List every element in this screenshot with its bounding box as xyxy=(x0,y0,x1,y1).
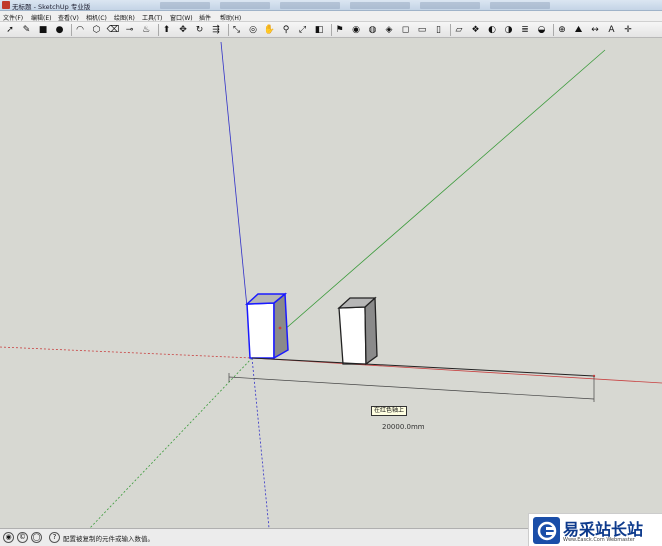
red-axis xyxy=(251,357,662,384)
styles-icon[interactable]: ◑ xyxy=(503,24,515,36)
menu-plugins[interactable]: 插件 xyxy=(199,13,211,22)
select-icon[interactable]: ➚ xyxy=(4,24,16,36)
menu-view[interactable]: 查看(V) xyxy=(58,13,79,22)
zoom-icon[interactable]: ⚲ xyxy=(280,24,292,36)
tape-measure-icon[interactable]: ⊸ xyxy=(124,24,136,36)
sketchup-app-icon xyxy=(2,1,10,9)
materials-icon[interactable]: ◐ xyxy=(486,24,498,36)
toolbar-separator xyxy=(157,24,159,36)
viewport-canvas[interactable] xyxy=(0,38,662,528)
rectangle-icon[interactable]: ■ xyxy=(37,24,49,36)
model-viewport[interactable]: 在红色轴上 20000.0mm xyxy=(0,38,662,528)
push-pull-icon[interactable]: ⬆ xyxy=(161,24,173,36)
green-axis xyxy=(251,49,606,359)
background-tab[interactable] xyxy=(490,2,550,9)
components-icon[interactable]: ❖ xyxy=(470,24,482,36)
status-message: 配置被复制的元件或输入数值。 xyxy=(63,535,154,543)
menu-camera[interactable]: 相机(C) xyxy=(86,13,107,22)
background-tab[interactable] xyxy=(280,2,340,9)
window-title: 无标题 - SketchUp 专业版 xyxy=(12,3,91,11)
circle-icon[interactable]: ● xyxy=(54,24,66,36)
menu-draw[interactable]: 绘图(R) xyxy=(114,13,135,22)
axes-icon[interactable]: ✛ xyxy=(622,24,634,36)
green-axis-negative xyxy=(89,357,253,528)
orbit-icon[interactable]: ◎ xyxy=(247,24,259,36)
section-icon[interactable]: ⊕ xyxy=(556,24,568,36)
toolbar-separator xyxy=(227,24,229,36)
walk-icon[interactable]: ⚑ xyxy=(334,24,346,36)
dimension-label: 20000.0mm xyxy=(381,423,426,431)
dimension-line xyxy=(228,373,595,402)
blue-axis-negative xyxy=(251,357,270,528)
toolbar-separator xyxy=(450,24,451,36)
position-camera-icon[interactable]: ◉ xyxy=(350,24,362,36)
eraser-icon[interactable]: ⌫ xyxy=(107,24,120,36)
inference-tooltip: 在红色轴上 xyxy=(371,406,408,416)
front-view-icon[interactable]: ▭ xyxy=(416,24,428,36)
site-watermark: 易采站长站 Www.Easck.Com Webmaster xyxy=(528,513,662,546)
toolbar-separator xyxy=(71,24,72,36)
selected-box[interactable] xyxy=(244,292,289,360)
menu-window[interactable]: 窗口(W) xyxy=(170,13,193,22)
look-around-icon[interactable]: ◍ xyxy=(367,24,379,36)
toolbar-separator xyxy=(553,24,554,36)
sandbox-icon[interactable]: ⛰ xyxy=(573,24,585,36)
menu-help[interactable]: 帮助(H) xyxy=(220,13,241,22)
move-inference-line xyxy=(251,357,595,377)
top-view-icon[interactable]: ◻ xyxy=(400,24,412,36)
arc-icon[interactable]: ◠ xyxy=(74,24,86,36)
background-tab[interactable] xyxy=(160,2,210,9)
previous-view-icon[interactable]: ◧ xyxy=(313,24,325,36)
credits-icon[interactable]: © xyxy=(17,532,28,543)
site-logo-icon xyxy=(533,517,560,544)
user-icon[interactable]: ◯ xyxy=(31,532,42,543)
move-icon[interactable]: ✥ xyxy=(177,24,189,36)
red-axis-negative xyxy=(0,346,253,359)
geo-location-icon[interactable]: ◉ xyxy=(3,532,14,543)
background-tab[interactable] xyxy=(220,2,270,9)
follow-me-icon[interactable]: ⇶ xyxy=(210,24,222,36)
menu-tools[interactable]: 工具(T) xyxy=(142,13,162,22)
right-view-icon[interactable]: ▯ xyxy=(433,24,445,36)
pencil-icon[interactable]: ✎ xyxy=(21,24,33,36)
menu-file[interactable]: 文件(F) xyxy=(3,13,23,22)
help-icon[interactable]: ? xyxy=(49,532,60,543)
dimension-icon[interactable]: ↔ xyxy=(589,24,601,36)
text-icon[interactable]: A xyxy=(606,24,618,36)
site-url: Www.Easck.Com Webmaster xyxy=(563,537,635,543)
toolbar-separator xyxy=(330,24,332,36)
layers-icon[interactable]: ≣ xyxy=(519,24,531,36)
copied-box[interactable] xyxy=(337,296,378,366)
rotate-icon[interactable]: ↻ xyxy=(194,24,206,36)
background-tab[interactable] xyxy=(350,2,410,9)
scale-icon[interactable]: ⤡ xyxy=(231,24,243,36)
menu-edit[interactable]: 编辑(E) xyxy=(31,13,51,22)
title-bar: 无标题 - SketchUp 专业版 xyxy=(0,0,662,11)
iso-view-icon[interactable]: ◈ xyxy=(383,24,395,36)
paint-bucket-icon[interactable]: ♨ xyxy=(140,24,152,36)
zoom-extents-icon[interactable]: ⤢ xyxy=(297,24,309,36)
back-view-icon[interactable]: ▱ xyxy=(453,24,465,36)
pan-icon[interactable]: ✋ xyxy=(264,24,276,36)
menu-bar: 文件(F) 编辑(E) 查看(V) 相机(C) 绘图(R) 工具(T) 窗口(W… xyxy=(0,11,662,22)
shadows-icon[interactable]: ◒ xyxy=(536,24,548,36)
main-toolbar: ➚ ✎ ■ ● ◠ ⬡ ⌫ ⊸ ♨ ⬆ ✥ ↻ ⇶ ⤡ ◎ ✋ ⚲ ⤢ ◧ ⚑ ◉ ◍ ◈ ◻ ▭ ▯ ▱ ❖ ◐ ◑ ≣ ◒ ⊕ ⛰ ↔ A ✛ xyxy=(0,22,662,38)
background-tab[interactable] xyxy=(420,2,480,9)
polygon-icon[interactable]: ⬡ xyxy=(91,24,103,36)
